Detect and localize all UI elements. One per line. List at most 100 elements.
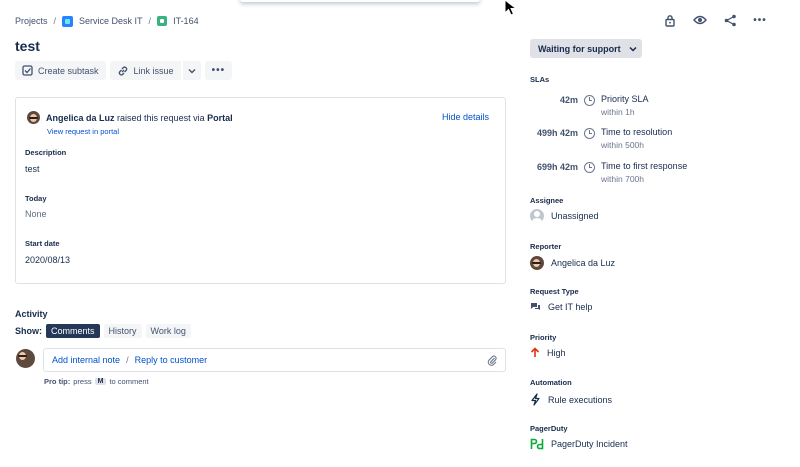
slas-heading: SLAs (530, 75, 550, 84)
create-subtask-button[interactable]: Create subtask (15, 61, 106, 80)
assignee-label: Assignee (530, 196, 564, 205)
field-value-start-date[interactable]: 2020/08/13 (25, 255, 70, 265)
pagerduty-value: PagerDuty Incident (551, 439, 628, 449)
priority-value: High (547, 347, 566, 358)
comment-separator: / (126, 355, 129, 365)
sla-time: 499h 42m (536, 128, 578, 138)
show-label: Show: (15, 326, 42, 336)
link-icon (118, 65, 127, 76)
link-issue-button[interactable]: Link issue (109, 61, 181, 80)
project-avatar-icon (62, 15, 74, 27)
link-issue-dropdown[interactable] (181, 61, 201, 80)
protip-rest: to comment (109, 377, 149, 386)
priority-high-arrow-icon (530, 347, 540, 357)
field-label-description: Description (25, 148, 67, 157)
automation-field[interactable]: Rule executions (530, 393, 612, 406)
sla-target: within 1h (601, 107, 635, 117)
breadcrumb-project[interactable]: Service Desk IT (79, 16, 143, 26)
status-dropdown[interactable]: Waiting for support (530, 39, 642, 58)
automation-value: Rule executions (548, 394, 613, 405)
channel-name: Portal (207, 112, 233, 123)
dropdown-popup-edge (240, 0, 480, 2)
sla-target: within 700h (601, 174, 645, 184)
reporter-avatar (530, 256, 544, 270)
pagerduty-field[interactable]: PagerDuty Incident (530, 438, 628, 450)
reporter-avatar (27, 111, 40, 124)
clock-icon (584, 128, 595, 139)
priority-field[interactable]: High (530, 347, 566, 358)
sla-item: 699h 42m Time to first response within 7… (530, 161, 687, 184)
breadcrumb-projects[interactable]: Projects (15, 16, 48, 26)
issue-actions: ••• (662, 12, 768, 28)
clock-icon (584, 162, 595, 173)
pagerduty-label: PagerDuty (530, 424, 568, 433)
sla-time: 42m (559, 95, 578, 105)
pagerduty-logo-icon (530, 438, 544, 450)
reporter-value: Angelica da Luz (551, 258, 616, 268)
automation-label: Automation (530, 378, 572, 387)
more-toolbar-button[interactable]: ••• (204, 61, 233, 80)
request-type-value: Get IT help (548, 302, 593, 312)
lightning-bolt-icon (531, 393, 540, 406)
breadcrumb: Projects / Service Desk IT / IT-164 (15, 14, 199, 28)
request-summary: Angelica da Luz raised this request via … (27, 111, 233, 124)
protip-press: press (73, 377, 92, 386)
reporter-field[interactable]: Angelica da Luz (530, 256, 615, 270)
reporter-label: Reporter (530, 242, 562, 251)
clock-icon (584, 95, 595, 106)
field-value-description[interactable]: test (25, 164, 40, 174)
raised-text: raised this request via (117, 112, 205, 123)
hide-details-link[interactable]: Hide details (442, 112, 489, 122)
field-label-start-date: Start date (25, 239, 60, 248)
attachment-icon[interactable] (487, 354, 497, 366)
priority-label: Priority (530, 333, 557, 342)
reporter-name[interactable]: Angelica da Luz (46, 113, 115, 123)
link-issue-label: Link issue (133, 65, 174, 76)
sla-item: 499h 42m Time to resolution within 500h (530, 127, 672, 150)
subtask-icon (22, 65, 33, 76)
assignee-value: Unassigned (551, 211, 599, 221)
comment-input[interactable]: Add internal note / Reply to customer (43, 348, 506, 372)
activity-filter: Show: Comments History Work log (15, 324, 191, 338)
watch-eye-icon[interactable] (692, 12, 708, 28)
issue-toolbar: Create subtask Link issue ••• (15, 61, 233, 80)
lock-icon[interactable] (662, 12, 678, 28)
field-value-today[interactable]: None (25, 209, 47, 219)
tab-comments[interactable]: Comments (46, 324, 100, 338)
field-label-today: Today (25, 194, 47, 203)
reply-to-customer-button[interactable]: Reply to customer (135, 355, 208, 365)
request-type-field[interactable]: Get IT help (530, 302, 592, 312)
chevron-down-icon (629, 46, 637, 52)
view-request-in-portal-link[interactable]: View request in portal (47, 127, 119, 136)
tab-history[interactable]: History (103, 324, 142, 338)
breadcrumb-separator: / (148, 16, 152, 26)
keyboard-shortcut-key: M (94, 378, 107, 385)
create-subtask-label: Create subtask (38, 65, 99, 76)
tab-work-log[interactable]: Work log (145, 324, 191, 338)
add-internal-note-button[interactable]: Add internal note (52, 355, 120, 365)
request-type-label: Request Type (530, 287, 579, 296)
sla-item: 42m Priority SLA within 1h (530, 94, 649, 117)
current-user-avatar (16, 349, 35, 368)
activity-heading: Activity (15, 309, 48, 319)
sla-name: Priority SLA (601, 94, 649, 104)
status-label: Waiting for support (538, 43, 621, 54)
share-icon[interactable] (722, 12, 738, 28)
more-actions-icon[interactable]: ••• (752, 12, 768, 28)
assignee-field[interactable]: Unassigned (530, 209, 599, 223)
sla-name: Time to first response (601, 161, 688, 171)
issue-type-icon (157, 16, 168, 26)
unassigned-user-icon (530, 209, 544, 223)
protip-label: Pro tip: (44, 377, 71, 386)
request-details-card: Angelica da Luz raised this request via … (15, 97, 506, 284)
pro-tip: Pro tip: press M to comment (44, 377, 149, 386)
sla-name: Time to resolution (601, 127, 673, 137)
breadcrumb-issue-key[interactable]: IT-164 (173, 16, 199, 26)
chat-bubbles-icon (531, 303, 540, 310)
request-summary-text: Angelica da Luz raised this request via … (46, 113, 233, 123)
issue-title[interactable]: test (15, 38, 40, 54)
breadcrumb-separator: / (53, 16, 57, 26)
chevron-down-icon (188, 68, 196, 73)
more-icon: ••• (211, 65, 226, 76)
mouse-cursor-icon (504, 0, 518, 16)
